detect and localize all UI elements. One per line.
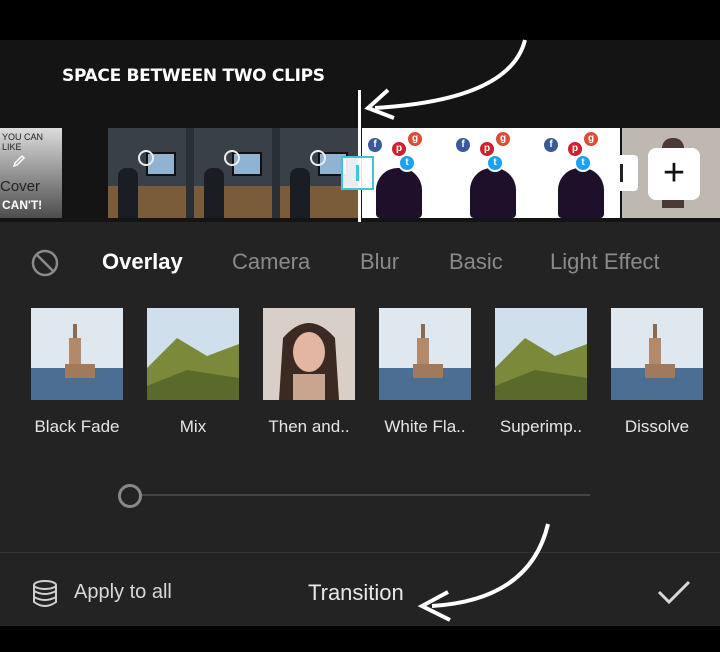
arrow-top-icon <box>374 39 527 110</box>
annotation-arrows <box>364 39 550 622</box>
arrow-bottom-icon <box>431 523 550 608</box>
